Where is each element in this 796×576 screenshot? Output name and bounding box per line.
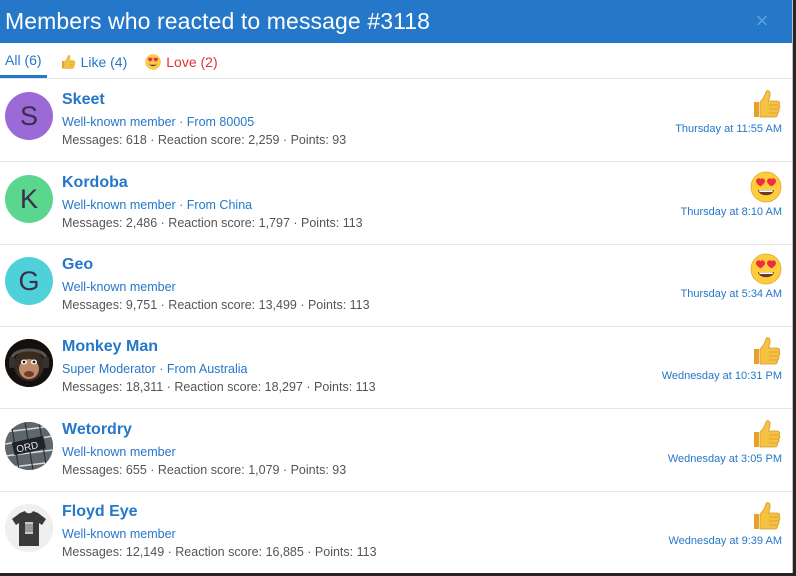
member-stats: Messages: 655 · Reaction score: 1,079 · …	[62, 463, 347, 477]
thumbs-up-icon	[750, 500, 782, 532]
member-title: Well-known member · From 80005	[62, 115, 255, 129]
tshirt-avatar-image	[5, 504, 53, 552]
member-title: Well-known member	[62, 280, 176, 294]
dialog-header: Members who reacted to message #3118 ×	[0, 0, 792, 43]
member-stats: Messages: 2,486 · Reaction score: 1,797 …	[62, 216, 363, 230]
list-item: Monkey Man Super Moderator · From Austra…	[0, 326, 792, 409]
member-title: Well-known member	[62, 527, 176, 541]
heart-eyes-icon	[750, 253, 782, 285]
reaction-time[interactable]: Thursday at 11:55 AM	[675, 123, 782, 135]
list-item: Floyd Eye Well-known member Messages: 12…	[0, 491, 792, 573]
list-item: K Kordoba Well-known member · From China…	[0, 162, 792, 245]
member-name[interactable]: Skeet	[62, 91, 105, 109]
tab-love[interactable]: Love (2)	[140, 45, 222, 78]
member-title: Super Moderator · From Australia	[62, 362, 248, 376]
list-item: S Skeet Well-known member · From 80005 M…	[0, 79, 792, 162]
member-title: Well-known member	[62, 445, 176, 459]
member-name[interactable]: Monkey Man	[62, 338, 158, 356]
reactions-dialog: Members who reacted to message #3118 × A…	[0, 0, 793, 573]
thumbs-up-icon	[750, 88, 782, 120]
avatar-letter: K	[19, 183, 38, 214]
avatar-letter: G	[18, 265, 40, 296]
wetordry-avatar-image: ORD	[5, 422, 53, 470]
thumbs-up-icon	[60, 54, 76, 70]
avatar[interactable]: ORD	[5, 422, 53, 470]
avatar[interactable]: S	[5, 92, 53, 140]
member-name[interactable]: Kordoba	[62, 174, 128, 192]
reaction-time[interactable]: Wednesday at 10:31 PM	[662, 370, 782, 382]
avatar[interactable]: K	[5, 175, 53, 223]
member-name[interactable]: Wetordry	[62, 421, 132, 439]
avatar[interactable]	[5, 504, 53, 552]
close-icon[interactable]: ×	[750, 9, 774, 33]
member-stats: Messages: 618 · Reaction score: 2,259 · …	[62, 133, 347, 147]
thumbs-up-icon	[750, 335, 782, 367]
member-stats: Messages: 12,149 · Reaction score: 16,88…	[62, 545, 377, 559]
tab-like[interactable]: Like (4)	[55, 45, 133, 78]
reaction-tabs: All (6) Like (4) Love (2)	[0, 43, 792, 79]
member-name[interactable]: Geo	[62, 256, 93, 274]
tab-all-label: All (6)	[5, 52, 42, 68]
thumbs-up-icon	[750, 418, 782, 450]
tab-all[interactable]: All (6)	[0, 45, 47, 78]
heart-eyes-icon	[750, 171, 782, 203]
reaction-time[interactable]: Wednesday at 9:39 AM	[668, 535, 782, 547]
dialog-title: Members who reacted to message #3118	[5, 8, 431, 34]
reaction-time[interactable]: Thursday at 8:10 AM	[681, 206, 783, 218]
member-stats: Messages: 18,311 · Reaction score: 18,29…	[62, 380, 376, 394]
member-title: Well-known member · From China	[62, 198, 253, 212]
member-name[interactable]: Floyd Eye	[62, 503, 138, 521]
member-stats: Messages: 9,751 · Reaction score: 13,499…	[62, 298, 370, 312]
reaction-time[interactable]: Thursday at 5:34 AM	[681, 288, 783, 300]
avatar[interactable]: G	[5, 257, 53, 305]
avatar-letter: S	[19, 100, 38, 131]
tab-love-label: Love (2)	[166, 53, 218, 70]
reaction-time[interactable]: Wednesday at 3:05 PM	[668, 453, 782, 465]
tab-like-label: Like (4)	[80, 53, 128, 70]
list-item: G Geo Well-known member Messages: 9,751 …	[0, 244, 792, 327]
heart-eyes-icon	[145, 54, 161, 70]
list-item: ORD Wetordry Well-known member Messages:…	[0, 409, 792, 492]
avatar[interactable]	[5, 339, 53, 387]
monkey-avatar-image	[5, 339, 53, 387]
